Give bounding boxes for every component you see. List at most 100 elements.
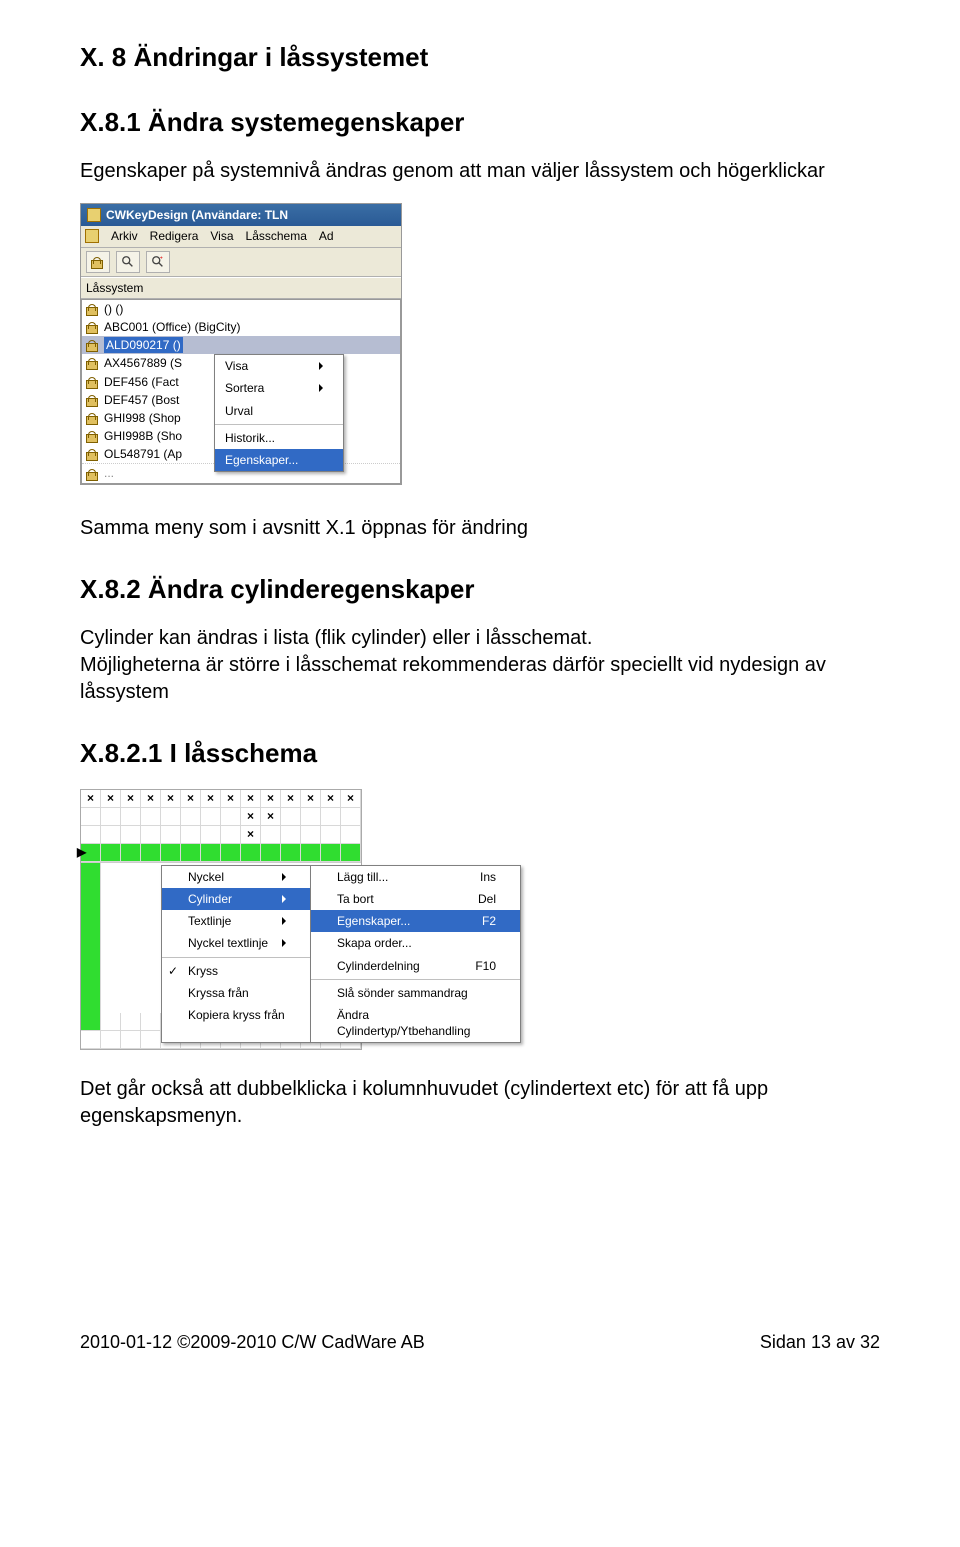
lock-icon bbox=[86, 357, 100, 369]
tree-item-selected[interactable]: ALD090217 () Visa Sortera Urval Historik… bbox=[82, 336, 400, 354]
text: Cylinder kan ändras i lista (flik cylind… bbox=[80, 627, 592, 649]
ctx-egenskaper[interactable]: Egenskaper... bbox=[215, 449, 343, 471]
titlebar: CWKeyDesign (Användare: TLN bbox=[81, 204, 401, 226]
lock-icon bbox=[86, 412, 100, 424]
ctx-label: Ta bort bbox=[337, 891, 374, 907]
ctx-lagg-till[interactable]: Lägg till... Ins bbox=[311, 866, 520, 888]
ctx-historik[interactable]: Historik... bbox=[215, 427, 343, 449]
heading-8-2: X.8.2 Ändra cylinderegenskaper bbox=[80, 572, 880, 607]
heading-8-1: X.8.1 Ändra systemegenskaper bbox=[80, 105, 880, 140]
svg-text:+: + bbox=[160, 255, 163, 261]
lock-icon bbox=[86, 430, 100, 442]
tree-item[interactable]: () () bbox=[82, 300, 400, 318]
menu-visa[interactable]: Visa bbox=[210, 228, 233, 244]
tool-lock-icon[interactable] bbox=[86, 251, 110, 273]
ctx-label: Cylinderdelning bbox=[337, 958, 420, 974]
green-column bbox=[81, 863, 101, 1013]
ctx-label: Nyckel textlinje bbox=[188, 935, 268, 951]
lock-icon bbox=[86, 376, 100, 388]
submenu-arrow-icon bbox=[319, 384, 323, 392]
text: Möjligheterna är större i låsschemat rek… bbox=[80, 654, 826, 703]
ctx-label: Urval bbox=[225, 403, 253, 419]
shortcut: F10 bbox=[475, 958, 496, 974]
submenu-arrow-icon bbox=[282, 939, 286, 947]
ctx-label: Sortera bbox=[225, 380, 264, 396]
ctx-label: Kryss bbox=[188, 963, 218, 979]
heading-8-2-1: X.8.2.1 I låsschema bbox=[80, 736, 880, 771]
shortcut: Del bbox=[478, 891, 496, 907]
submenu-arrow-icon bbox=[282, 895, 286, 903]
ctx-separator bbox=[162, 957, 310, 958]
tree-item-label: ABC001 (Office) (BigCity) bbox=[104, 319, 240, 335]
menu-arkiv[interactable]: Arkiv bbox=[111, 228, 138, 244]
ctx-andra-cylindertyp[interactable]: Ändra Cylindertyp/Ytbehandling bbox=[311, 1004, 520, 1042]
screenshot-app-window: CWKeyDesign (Användare: TLN Arkiv Redige… bbox=[80, 203, 402, 484]
menubar: Arkiv Redigera Visa Låsschema Ad bbox=[81, 226, 401, 247]
ctx-visa[interactable]: Visa bbox=[215, 355, 343, 377]
tree-item-label: ALD090217 () bbox=[104, 337, 183, 353]
ctx-label: Ändra Cylindertyp/Ytbehandling bbox=[337, 1007, 496, 1039]
tree-item-label: ... bbox=[104, 465, 114, 481]
lock-icon bbox=[86, 468, 100, 480]
lock-icon bbox=[86, 321, 100, 333]
ctx-egenskaper[interactable]: Egenskaper... F2 bbox=[311, 910, 520, 932]
tree-item-label: DEF456 (Fact bbox=[104, 374, 179, 390]
ctx-sla-sonder[interactable]: Slå sönder sammandrag bbox=[311, 982, 520, 1004]
tool-zoom-icon[interactable] bbox=[116, 251, 140, 273]
para-3: Cylinder kan ändras i lista (flik cylind… bbox=[80, 625, 880, 706]
ctx-nyckel-textlinje[interactable]: Nyckel textlinje bbox=[162, 932, 310, 954]
ctx-label: Historik... bbox=[225, 430, 275, 446]
menu-redigera[interactable]: Redigera bbox=[150, 228, 199, 244]
ctx-skapa-order[interactable]: Skapa order... bbox=[311, 932, 520, 954]
ctx-col-right: Lägg till... Ins Ta bort Del Egenskaper...… bbox=[311, 865, 521, 1044]
tree-item-label: GHI998 (Shop bbox=[104, 410, 181, 426]
ctx-kryss[interactable]: ✓ Kryss bbox=[162, 960, 310, 982]
ctx-nyckel[interactable]: Nyckel bbox=[162, 866, 310, 888]
check-icon: ✓ bbox=[168, 963, 178, 979]
menubar-icon bbox=[85, 229, 99, 243]
locksystem-tree: () () ABC001 (Office) (BigCity) ALD09021… bbox=[81, 299, 401, 484]
ctx-label: Egenskaper... bbox=[337, 913, 410, 929]
ctx-cylinder[interactable]: Cylinder bbox=[162, 888, 310, 910]
ctx-label: Egenskaper... bbox=[225, 452, 298, 468]
screenshot-lasschema-grid: ×××××××××××××× ×× × ▶ Nyckel Cylinder Te… bbox=[80, 789, 362, 1050]
lock-icon bbox=[86, 394, 100, 406]
tree-item[interactable]: ABC001 (Office) (BigCity) bbox=[82, 318, 400, 336]
shortcut: F2 bbox=[482, 913, 496, 929]
ctx-label: Visa bbox=[225, 358, 248, 374]
para-4: Det går också att dubbelklicka i kolumnh… bbox=[80, 1076, 880, 1130]
ctx-label: Cylinder bbox=[188, 891, 232, 907]
para-2: Samma meny som i avsnitt X.1 öppnas för … bbox=[80, 515, 880, 542]
lock-icon bbox=[86, 339, 100, 351]
ctx-label: Slå sönder sammandrag bbox=[337, 985, 468, 1001]
ctx-label: Lägg till... bbox=[337, 869, 388, 885]
ctx-kopiera-kryss[interactable]: Kopiera kryss från bbox=[162, 1004, 310, 1026]
ctx-ta-bort[interactable]: Ta bort Del bbox=[311, 888, 520, 910]
shortcut: Ins bbox=[480, 869, 496, 885]
app-icon bbox=[87, 208, 101, 222]
toolbar: + bbox=[81, 248, 401, 277]
menu-lasschema[interactable]: Låsschema bbox=[246, 228, 307, 244]
tree-item-label: DEF457 (Bost bbox=[104, 392, 179, 408]
footer-left: 2010-01-12 ©2009-2010 C/W CadWare AB bbox=[80, 1330, 425, 1354]
ctx-sortera[interactable]: Sortera bbox=[215, 377, 343, 399]
ctx-textlinje[interactable]: Textlinje bbox=[162, 910, 310, 932]
submenu-arrow-icon bbox=[282, 917, 286, 925]
key-grid-top: ×××××××××××××× ×× × ▶ bbox=[81, 790, 361, 863]
panel-label: Låssystem bbox=[81, 277, 401, 299]
ctx-col-left: Nyckel Cylinder Textlinje Nyckel textlin… bbox=[161, 865, 311, 1044]
ctx-separator bbox=[311, 979, 520, 980]
ctx-kryssa-fran[interactable]: Kryssa från bbox=[162, 982, 310, 1004]
submenu-arrow-icon bbox=[282, 873, 286, 881]
ctx-label: Skapa order... bbox=[337, 935, 412, 951]
para-1: Egenskaper på systemnivå ändras genom at… bbox=[80, 158, 880, 185]
menu-ad[interactable]: Ad bbox=[319, 228, 334, 244]
tree-item-label: AX4567889 (S bbox=[104, 355, 182, 371]
submenu-arrow-icon bbox=[319, 362, 323, 370]
tree-item-label: GHI998B (Sho bbox=[104, 428, 182, 444]
ctx-label: Kopiera kryss från bbox=[188, 1007, 285, 1023]
ctx-urval[interactable]: Urval bbox=[215, 400, 343, 422]
lock-icon bbox=[86, 448, 100, 460]
ctx-cylinderdelning[interactable]: Cylinderdelning F10 bbox=[311, 955, 520, 977]
tool-zoom-plus-icon[interactable]: + bbox=[146, 251, 170, 273]
